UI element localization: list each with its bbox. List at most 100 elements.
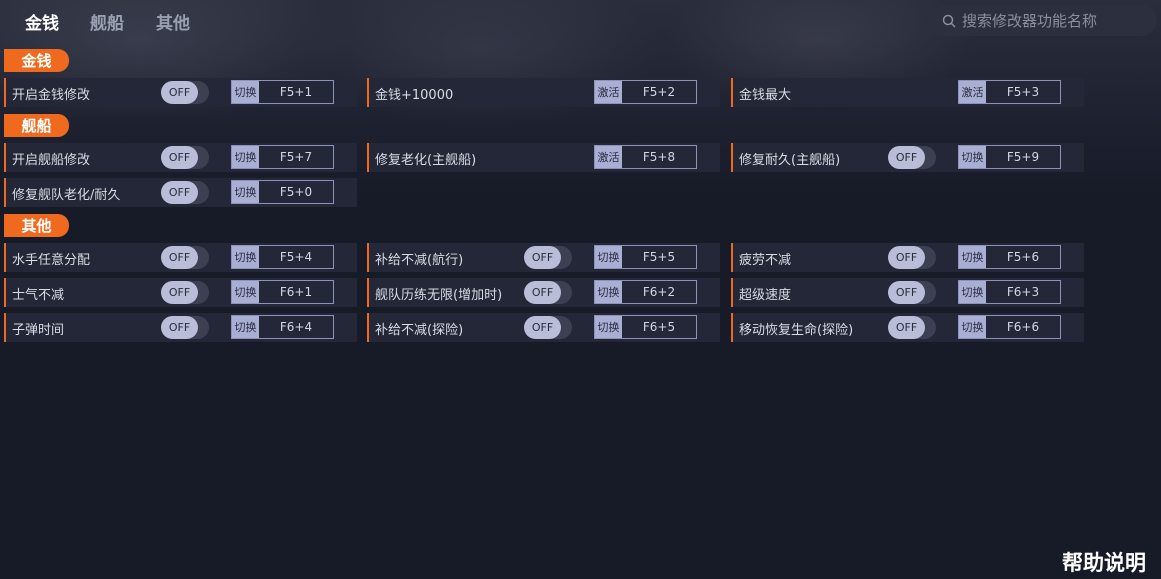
hotkey-mode: 切换 bbox=[232, 81, 259, 103]
toggle-state: OFF bbox=[524, 316, 561, 339]
hotkey-key: F5+4 bbox=[279, 250, 313, 264]
hotkey-key: F5+7 bbox=[279, 150, 313, 164]
cheat-toggle[interactable]: OFF bbox=[888, 316, 936, 339]
section-badge-ships: 舰船 bbox=[4, 114, 69, 137]
cheat-row: 修复舰队老化/耐久 OFF 切换 F5+0 bbox=[4, 178, 357, 207]
hotkey-key: F5+9 bbox=[1006, 150, 1040, 164]
toggle-state: OFF bbox=[161, 181, 198, 204]
hotkey-button[interactable]: 切换 F5+0 bbox=[231, 180, 334, 204]
hotkey-button[interactable]: 激活 F5+2 bbox=[594, 80, 697, 104]
hotkey-mode: 切换 bbox=[959, 146, 986, 168]
hotkey-button[interactable]: 切换 F5+9 bbox=[958, 145, 1061, 169]
cheat-row: 士气不减 OFF 切换 F6+1 bbox=[4, 278, 357, 307]
hotkey-button[interactable]: 切换 F5+1 bbox=[231, 80, 334, 104]
hotkey-key: F5+6 bbox=[1006, 250, 1040, 264]
hotkey-mode: 切换 bbox=[232, 246, 259, 268]
tab-money[interactable]: 金钱 bbox=[25, 9, 59, 34]
cheat-label: 开启舰船修改 bbox=[12, 153, 91, 168]
search-box[interactable] bbox=[930, 5, 1157, 36]
cheat-label: 补给不减(探险) bbox=[375, 323, 464, 338]
cheat-toggle[interactable]: OFF bbox=[161, 81, 209, 104]
tab-other[interactable]: 其他 bbox=[156, 9, 190, 34]
toggle-state: OFF bbox=[161, 246, 198, 269]
cheat-label: 士气不减 bbox=[12, 288, 65, 303]
hotkey-key: F6+4 bbox=[279, 320, 313, 334]
cheat-row: 舰队历练无限(增加时) OFF 切换 F6+2 bbox=[367, 278, 720, 307]
cheat-toggle[interactable]: OFF bbox=[161, 146, 209, 169]
help-button[interactable]: 帮助说明 bbox=[1062, 547, 1146, 577]
cheat-row: 修复老化(主舰船) 激活 F5+8 bbox=[367, 143, 720, 172]
toggle-state: OFF bbox=[524, 246, 561, 269]
hotkey-key: F6+1 bbox=[279, 285, 313, 299]
cheat-row: 移动恢复生命(探险) OFF 切换 F6+6 bbox=[731, 313, 1084, 342]
hotkey-button[interactable]: 切换 F6+4 bbox=[231, 315, 334, 339]
hotkey-key: F5+8 bbox=[642, 150, 676, 164]
hotkey-mode: 切换 bbox=[959, 246, 986, 268]
cheat-label: 补给不减(航行) bbox=[375, 253, 464, 268]
search-input[interactable] bbox=[962, 11, 1147, 30]
cheat-label: 开启金钱修改 bbox=[12, 88, 91, 103]
toggle-state: OFF bbox=[161, 316, 198, 339]
toggle-state: OFF bbox=[888, 316, 925, 339]
hotkey-button[interactable]: 切换 F5+4 bbox=[231, 245, 334, 269]
hotkey-button[interactable]: 切换 F5+6 bbox=[958, 245, 1061, 269]
hotkey-mode: 切换 bbox=[595, 316, 622, 338]
top-bar: 金钱 舰船 其他 bbox=[0, 0, 1161, 40]
cheat-row: 金钱+10000 激活 F5+2 bbox=[367, 78, 720, 107]
cheat-label: 子弹时间 bbox=[12, 323, 65, 338]
cheat-row: 开启金钱修改 OFF 切换 F5+1 bbox=[4, 78, 357, 107]
cheat-label: 修复老化(主舰船) bbox=[375, 153, 477, 168]
cheat-row: 补给不减(探险) OFF 切换 F6+5 bbox=[367, 313, 720, 342]
cheat-row: 金钱最大 激活 F5+3 bbox=[731, 78, 1084, 107]
cheat-toggle[interactable]: OFF bbox=[161, 181, 209, 204]
hotkey-button[interactable]: 切换 F6+6 bbox=[958, 315, 1061, 339]
cheat-label: 超级速度 bbox=[739, 288, 792, 303]
section-badge-money: 金钱 bbox=[4, 49, 69, 72]
cheat-label: 修复耐久(主舰船) bbox=[739, 153, 841, 168]
cheat-row: 超级速度 OFF 切换 F6+3 bbox=[731, 278, 1084, 307]
hotkey-button[interactable]: 切换 F5+7 bbox=[231, 145, 334, 169]
hotkey-button[interactable]: 切换 F6+5 bbox=[594, 315, 697, 339]
hotkey-key: F6+6 bbox=[1006, 320, 1040, 334]
cheat-row: 水手任意分配 OFF 切换 F5+4 bbox=[4, 243, 357, 272]
tab-ships[interactable]: 舰船 bbox=[90, 9, 124, 34]
hotkey-key: F5+2 bbox=[642, 85, 676, 99]
cheat-toggle[interactable]: OFF bbox=[888, 281, 936, 304]
search-icon bbox=[942, 14, 956, 28]
hotkey-button[interactable]: 激活 F5+8 bbox=[594, 145, 697, 169]
cheat-label: 金钱+10000 bbox=[375, 88, 454, 103]
cheat-row: 子弹时间 OFF 切换 F6+4 bbox=[4, 313, 357, 342]
hotkey-key: F5+0 bbox=[279, 185, 313, 199]
hotkey-mode: 切换 bbox=[232, 281, 259, 303]
cheat-toggle[interactable]: OFF bbox=[161, 281, 209, 304]
hotkey-button[interactable]: 切换 F6+1 bbox=[231, 280, 334, 304]
hotkey-mode: 切换 bbox=[959, 316, 986, 338]
cheat-label: 疲劳不减 bbox=[739, 253, 792, 268]
cheat-toggle[interactable]: OFF bbox=[888, 246, 936, 269]
cheat-row: 补给不减(航行) OFF 切换 F5+5 bbox=[367, 243, 720, 272]
cheat-label: 金钱最大 bbox=[739, 88, 792, 103]
cheat-toggle[interactable]: OFF bbox=[524, 281, 572, 304]
hotkey-key: F5+5 bbox=[642, 250, 676, 264]
hotkey-mode: 激活 bbox=[595, 81, 622, 103]
hotkey-button[interactable]: 切换 F6+2 bbox=[594, 280, 697, 304]
toggle-state: OFF bbox=[161, 81, 198, 104]
toggle-state: OFF bbox=[161, 281, 198, 304]
hotkey-button[interactable]: 切换 F6+3 bbox=[958, 280, 1061, 304]
cheat-toggle[interactable]: OFF bbox=[161, 246, 209, 269]
cheat-row: 开启舰船修改 OFF 切换 F5+7 bbox=[4, 143, 357, 172]
cheat-toggle[interactable]: OFF bbox=[524, 316, 572, 339]
hotkey-mode: 切换 bbox=[595, 246, 622, 268]
cheat-toggle[interactable]: OFF bbox=[161, 316, 209, 339]
cheat-toggle[interactable]: OFF bbox=[524, 246, 572, 269]
hotkey-button[interactable]: 切换 F5+5 bbox=[594, 245, 697, 269]
hotkey-button[interactable]: 激活 F5+3 bbox=[958, 80, 1061, 104]
toggle-state: OFF bbox=[888, 246, 925, 269]
cheat-toggle[interactable]: OFF bbox=[888, 146, 936, 169]
hotkey-mode: 切换 bbox=[232, 146, 259, 168]
cheat-label: 修复舰队老化/耐久 bbox=[12, 188, 121, 203]
hotkey-key: F6+3 bbox=[1006, 285, 1040, 299]
cheat-row: 修复耐久(主舰船) OFF 切换 F5+9 bbox=[731, 143, 1084, 172]
hotkey-mode: 激活 bbox=[595, 146, 622, 168]
hotkey-mode: 切换 bbox=[232, 316, 259, 338]
